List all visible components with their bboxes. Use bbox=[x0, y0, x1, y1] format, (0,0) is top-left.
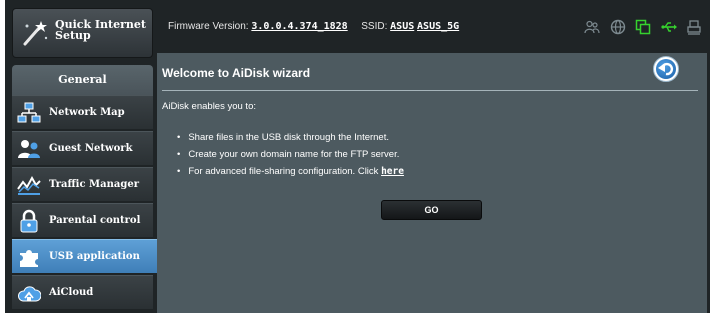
sidebar-item-parental-control[interactable]: Parental control bbox=[12, 203, 153, 237]
quick-internet-setup-button[interactable]: Quick Internet Setup bbox=[12, 8, 153, 58]
sidebar-item-usb-application[interactable]: USB application bbox=[12, 239, 172, 273]
ssid-label: SSID: bbox=[361, 21, 388, 32]
intro-text: AiDisk enables you to: bbox=[162, 101, 256, 112]
back-button[interactable] bbox=[653, 56, 679, 82]
title-divider bbox=[162, 90, 698, 91]
list-item-text: For advanced file-sharing configuration.… bbox=[188, 166, 379, 177]
firmware-info: Firmware Version: 3.0.0.4.374_1828 SSID:… bbox=[168, 21, 459, 32]
feature-list: Share files in the USB disk through the … bbox=[177, 129, 404, 180]
here-link[interactable]: here bbox=[381, 166, 404, 177]
traffic-manager-icon bbox=[17, 173, 41, 197]
cloud-house-icon bbox=[17, 281, 42, 305]
sidebar-item-network-map[interactable]: Network Map bbox=[12, 95, 153, 129]
firmware-version-link[interactable]: 3.0.0.4.374_1828 bbox=[251, 21, 347, 32]
go-button[interactable]: GO bbox=[381, 200, 482, 220]
list-item-text: Share files in the USB disk through the … bbox=[188, 132, 389, 143]
ssid-2g-link[interactable]: ASUS bbox=[390, 21, 414, 32]
guest-network-icon bbox=[17, 137, 41, 161]
general-section-header: General bbox=[12, 65, 153, 95]
list-item: For advanced file-sharing configuration.… bbox=[177, 163, 404, 180]
sidebar-item-guest-network[interactable]: Guest Network bbox=[12, 131, 153, 165]
firmware-label: Firmware Version: bbox=[168, 21, 249, 32]
network-map-icon bbox=[17, 101, 41, 125]
status-icons bbox=[579, 18, 702, 35]
sidebar-item-traffic-manager[interactable]: Traffic Manager bbox=[12, 167, 153, 201]
sidebar-item-label: AiCloud bbox=[49, 287, 94, 298]
page-title: Welcome to AiDisk wizard bbox=[162, 66, 311, 80]
list-item: Share files in the USB disk through the … bbox=[177, 129, 404, 146]
back-arrow-icon bbox=[656, 59, 676, 79]
printer-icon[interactable] bbox=[686, 19, 702, 35]
list-item-text: Create your own domain name for the FTP … bbox=[188, 149, 400, 160]
sidebar-item-label: Parental control bbox=[49, 215, 141, 226]
ssid-5g-link[interactable]: ASUS_5G bbox=[417, 21, 459, 32]
sidebar-item-aicloud[interactable]: AiCloud bbox=[12, 275, 153, 309]
list-item: Create your own domain name for the FTP … bbox=[177, 146, 404, 163]
sidebar-item-label: USB application bbox=[49, 251, 140, 262]
globe-icon[interactable] bbox=[610, 19, 626, 35]
puzzle-icon bbox=[17, 245, 41, 269]
quick-internet-setup-label: Quick Internet Setup bbox=[55, 18, 147, 42]
magic-wand-icon bbox=[19, 18, 49, 48]
sidebar-item-label: Traffic Manager bbox=[49, 179, 139, 190]
lock-icon bbox=[17, 209, 41, 233]
sidebar: Quick Internet Setup General Network Map bbox=[5, 0, 172, 313]
aidisk-wizard-panel: Welcome to AiDisk wizard AiDisk enables … bbox=[157, 53, 707, 313]
sidebar-item-label: Guest Network bbox=[49, 143, 133, 154]
top-bar: Firmware Version: 3.0.0.4.374_1828 SSID:… bbox=[160, 0, 710, 48]
sidebar-menu: Network Map Guest Network Traffic Manage… bbox=[12, 95, 172, 311]
users-icon[interactable] bbox=[584, 19, 600, 35]
sidebar-item-label: Network Map bbox=[49, 107, 125, 118]
panel-header: Welcome to AiDisk wizard bbox=[157, 53, 707, 91]
clone-icon[interactable] bbox=[635, 19, 651, 35]
usb-icon[interactable] bbox=[660, 19, 677, 35]
